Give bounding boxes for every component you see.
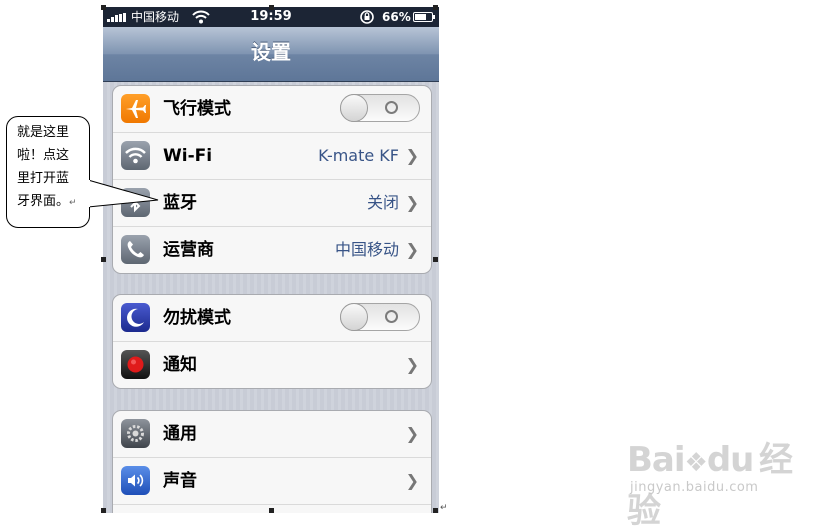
- toggle-knob: [340, 303, 368, 331]
- airplane-mode-toggle[interactable]: [340, 94, 420, 122]
- row-label: 勿扰模式: [163, 308, 231, 328]
- selection-handle[interactable]: [269, 5, 274, 10]
- settings-row-sounds[interactable]: 声音 ❯: [113, 458, 431, 505]
- toggle-off-mark: [385, 101, 398, 114]
- chevron-right-icon: ❯: [405, 240, 419, 259]
- chevron-right-icon: ❯: [405, 146, 419, 165]
- selection-handle[interactable]: [101, 508, 106, 513]
- toggle-off-mark: [385, 310, 398, 323]
- notification-icon: [121, 350, 150, 379]
- row-value: 关闭: [366, 193, 399, 212]
- chevron-right-icon: ❯: [405, 471, 419, 490]
- callout-line: 里打开蓝: [17, 171, 70, 186]
- row-label: 声音: [163, 471, 197, 491]
- row-label: 通用: [163, 424, 197, 444]
- row-value: 中国移动: [334, 240, 399, 259]
- do-not-disturb-toggle[interactable]: [340, 303, 420, 331]
- settings-group-general: 通用 ❯ 声音 ❯: [112, 410, 432, 513]
- settings-row-notifications[interactable]: 通知 ❯: [113, 342, 431, 388]
- settings-group-notifications: 勿扰模式 通知 ❯: [112, 294, 432, 389]
- toggle-knob: [340, 94, 368, 122]
- settings-row-general[interactable]: 通用 ❯: [113, 411, 431, 458]
- speaker-icon: [121, 466, 150, 495]
- callout-pointer-cover: [87, 180, 90, 207]
- callout-bubble: 就是这里 啦！点这 里打开蓝 牙界面。↵: [6, 116, 90, 228]
- moon-icon: [121, 303, 150, 332]
- battery-icon: [413, 12, 435, 22]
- gear-icon: [121, 419, 150, 448]
- selection-handle[interactable]: [433, 257, 438, 262]
- watermark-logo: Bai: [627, 440, 686, 480]
- settings-row-do-not-disturb[interactable]: 勿扰模式: [113, 295, 431, 342]
- row-value: K-mate KF: [318, 146, 399, 165]
- chevron-right-icon: ❯: [405, 424, 419, 443]
- selection-handle[interactable]: [269, 508, 274, 513]
- callout-line: 就是这里: [17, 125, 70, 140]
- callout-line: 啦！点这: [17, 148, 70, 163]
- paw-icon: ❖: [684, 448, 708, 478]
- watermark-logo-du: du: [706, 440, 755, 480]
- chevron-right-icon: ❯: [405, 193, 419, 212]
- callout-line: 牙界面。↵: [17, 194, 77, 209]
- battery-percent: 66%: [382, 10, 411, 24]
- selection-handle[interactable]: [433, 508, 438, 513]
- rotation-lock-icon: [360, 10, 374, 24]
- chevron-right-icon: ❯: [405, 355, 419, 374]
- paragraph-mark: ↵: [440, 503, 448, 513]
- watermark-url: jingyan.baidu.com: [630, 480, 759, 495]
- selection-handle[interactable]: [433, 5, 438, 10]
- row-label: 通知: [163, 355, 197, 375]
